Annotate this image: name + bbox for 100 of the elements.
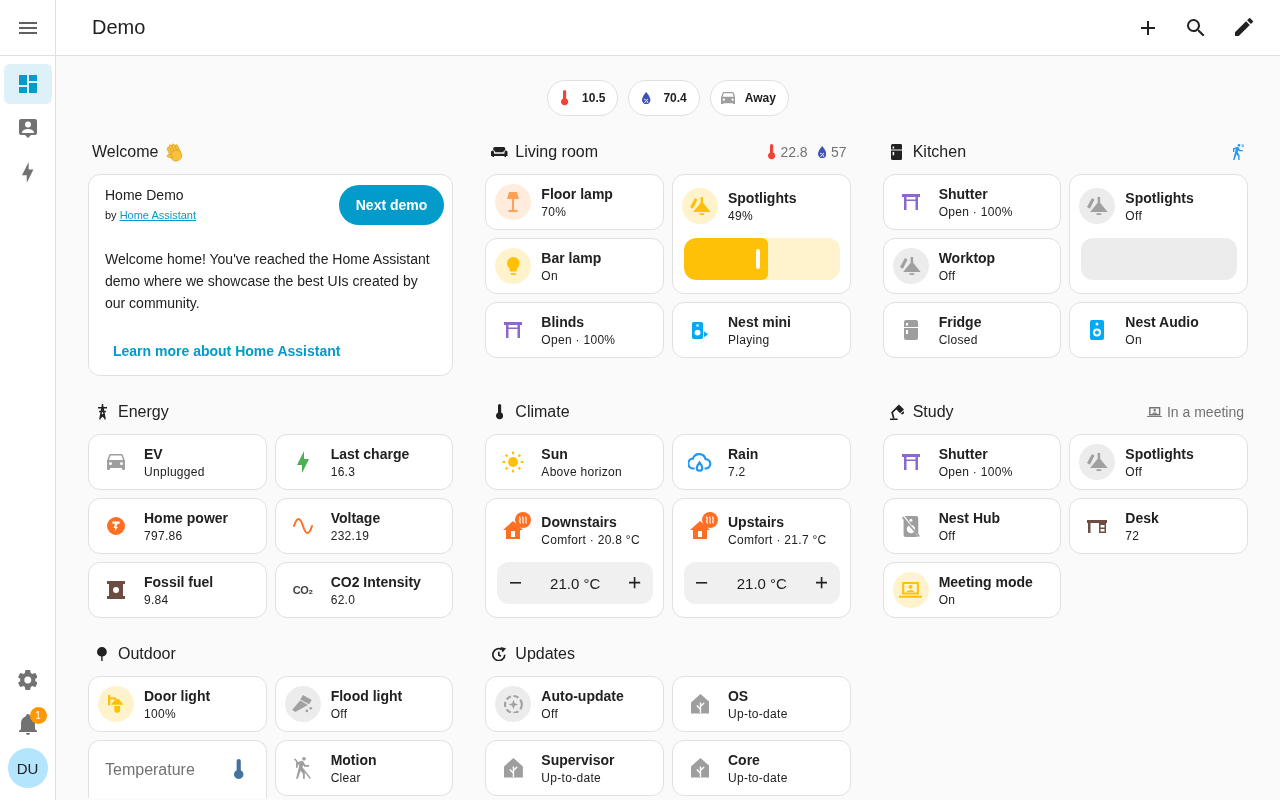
plus-icon[interactable] — [1141, 20, 1155, 35]
header-value: In a meeting — [1166, 404, 1244, 420]
entity-tile[interactable]: Last charge 16.3 — [274, 434, 454, 490]
state-badge[interactable]: Away — [709, 80, 789, 116]
tile-state: Off — [938, 268, 957, 284]
tile-state: 16.3 — [330, 464, 357, 480]
tile-name: Worktop — [938, 249, 996, 268]
tile-state: Off — [541, 706, 559, 722]
state-badge[interactable]: 70.4 — [628, 80, 700, 116]
dashboard-icon[interactable] — [19, 75, 37, 93]
slider-handle[interactable] — [756, 249, 761, 269]
tile-state: Clear — [330, 770, 362, 786]
pencil-icon[interactable] — [1234, 18, 1254, 37]
sidebar-item[interactable] — [4, 64, 52, 104]
entity-tile[interactable]: Fridge Closed — [882, 302, 1062, 358]
entity-tile[interactable]: Spotlights Off — [1069, 174, 1248, 294]
tile-name: Fossil fuel — [144, 573, 214, 592]
entity-tile[interactable]: Upstairs Comfort · 21.7 °C 21.0 °C — [672, 498, 851, 618]
entity-tile[interactable]: EV Unplugged — [88, 434, 267, 490]
car-icon — [107, 454, 125, 470]
walking-off-icon — [294, 757, 312, 779]
house-icon — [690, 758, 710, 778]
tile-name: Meeting mode — [938, 573, 1033, 592]
tile-state: 7.2 — [728, 464, 747, 480]
bell-icon[interactable] — [18, 713, 37, 735]
entity-tile[interactable]: Floor lamp 70% — [485, 174, 664, 230]
water-drop-icon — [642, 91, 651, 105]
entity-tile[interactable]: Downstairs Comfort · 20.8 °C 21.0 °C — [485, 498, 664, 618]
house-icon — [503, 758, 523, 778]
tile-state: Off — [1125, 464, 1143, 480]
section-title: Kitchen — [912, 143, 967, 161]
tile-state: 62.0 — [330, 592, 357, 608]
entity-tile[interactable]: Sun Above horizon — [485, 434, 664, 490]
tile-name: Nest Audio — [1125, 313, 1199, 332]
tile-state: Off — [1125, 208, 1143, 224]
entity-tile[interactable]: Motion Clear — [274, 740, 454, 796]
desk-lamp-icon — [889, 403, 904, 421]
entity-tile[interactable]: Fossil fuel 9.84 — [88, 562, 267, 618]
plus-icon[interactable] — [816, 577, 828, 589]
lightning-icon[interactable] — [22, 161, 34, 183]
tile-state: On — [1125, 332, 1143, 348]
entity-tile[interactable]: Nest Hub Off — [882, 498, 1062, 554]
tile-name: Core — [728, 751, 761, 770]
search-icon[interactable] — [1187, 18, 1205, 37]
sensor-card[interactable]: Temperature — [88, 740, 267, 798]
tile-name: Spotlights — [1125, 189, 1194, 208]
section-title: Living room — [515, 143, 599, 161]
tile-name: Desk — [1125, 509, 1159, 528]
header-value: 22.8 — [780, 144, 808, 160]
tile-name: Shutter — [938, 445, 989, 464]
entity-tile[interactable]: Bar lamp On — [485, 238, 664, 294]
tile-state: 70% — [541, 204, 568, 220]
entity-tile[interactable]: Shutter Open · 100% — [882, 174, 1062, 230]
section-title: Outdoor — [118, 645, 176, 663]
tile-state: Off — [330, 706, 349, 722]
entity-tile[interactable]: Shutter Open · 100% — [882, 434, 1062, 490]
section-title: Energy — [118, 403, 169, 421]
tile-state: Playing — [728, 332, 771, 348]
temperature-control[interactable]: 21.0 °C — [497, 562, 653, 604]
entity-tile[interactable]: Voltage 232.19 — [274, 498, 454, 554]
entity-tile[interactable]: Home power 797.86 — [88, 498, 267, 554]
settings-icon[interactable] — [17, 670, 38, 690]
person-card-icon[interactable] — [19, 118, 37, 138]
entity-tile[interactable]: Auto-update Off — [485, 676, 664, 732]
entity-tile[interactable]: Desk 72 — [1069, 498, 1248, 554]
minus-icon[interactable] — [509, 582, 521, 584]
tile-name: Door light — [144, 687, 211, 706]
menu-icon[interactable] — [18, 21, 37, 34]
entity-tile[interactable]: Rain 7.2 — [672, 434, 851, 490]
entity-tile[interactable]: Supervisor Up-to-date — [485, 740, 664, 796]
temperature-control[interactable]: 21.0 °C — [684, 562, 840, 604]
tile-name: OS — [728, 687, 750, 706]
tile-state: 232.19 — [330, 528, 371, 544]
entity-tile[interactable]: Spotlights Off — [1069, 434, 1248, 490]
card-title: Home Demo — [105, 186, 185, 205]
minus-icon[interactable] — [696, 582, 708, 584]
entity-tile[interactable]: Flood light Off — [274, 676, 454, 732]
tile-name: Upstairs — [728, 513, 785, 532]
entity-tile[interactable]: Core Up-to-date — [672, 740, 851, 796]
walking-person-icon — [1232, 143, 1244, 161]
user-avatar[interactable]: DU — [7, 748, 48, 788]
entity-tile[interactable]: Nest mini Playing — [672, 302, 851, 358]
entity-tile[interactable]: Meeting mode On — [882, 562, 1062, 618]
entity-tile[interactable]: Worktop Off — [882, 238, 1062, 294]
tile-state: Open · 100% — [938, 464, 1013, 480]
entity-tile[interactable]: Blinds Open · 100% — [485, 302, 664, 358]
plus-icon[interactable] — [629, 577, 641, 589]
brightness-slider[interactable] — [684, 238, 840, 280]
tile-name: Rain — [728, 445, 759, 464]
entity-tile[interactable]: OS Up-to-date — [672, 676, 851, 732]
tile-name: Blinds — [541, 313, 586, 332]
entity-tile[interactable]: CO₂ CO2 Intensity 62.0 — [274, 562, 454, 618]
entity-tile[interactable]: Nest Audio On — [1069, 302, 1248, 358]
entity-tile[interactable]: Door light 100% — [88, 676, 267, 732]
entity-tile[interactable]: Spotlights 49% — [672, 174, 851, 294]
tile-name: Downstairs — [541, 513, 618, 532]
tile-state: Above horizon — [541, 464, 622, 480]
water-drop-icon — [817, 145, 827, 159]
state-badge[interactable]: 10.5 — [547, 80, 619, 116]
tile-state: Unplugged — [144, 464, 205, 480]
